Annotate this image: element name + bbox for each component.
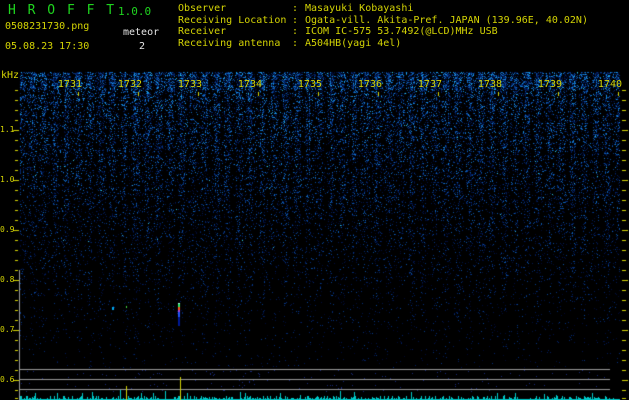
info-row-receiver: Receiver : ICOM IC-575 53.7492(@LCD)MHz … xyxy=(178,26,588,38)
app-version: 1.0.0 xyxy=(118,5,152,18)
app-title: H R O F F T xyxy=(8,3,117,18)
x-axis-tick-label: 1736 xyxy=(357,79,382,90)
date-time-label: 05.08.23 17:30 xyxy=(5,41,90,52)
y-axis-tick-label: 1.0 xyxy=(0,175,15,184)
x-axis-tick-label: 1733 xyxy=(177,79,202,90)
x-axis-tick-label: 1738 xyxy=(477,79,502,90)
info-value: A504HB(yagi 4el) xyxy=(305,38,402,50)
meteor-count: 2 xyxy=(139,41,146,52)
y-axis-tick-label: 0.6 xyxy=(0,375,15,384)
info-value: Masayuki Kobayashi xyxy=(305,3,414,14)
spectrogram-canvas xyxy=(0,0,629,400)
hrofft-screenshot: H R O F F T 1.0.0 0508231730.png meteor … xyxy=(0,0,629,400)
x-axis-tick-label: 1731 xyxy=(57,79,82,90)
y-axis-tick-label: 0.8 xyxy=(0,275,15,284)
info-row-observer: Observer : Masayuki Kobayashi xyxy=(178,3,588,15)
info-separator: : xyxy=(292,14,299,26)
y-axis-tick-label: 0.9 xyxy=(0,225,15,234)
x-axis-tick-label: 1737 xyxy=(417,79,442,90)
info-label: Receiving Location xyxy=(178,14,287,26)
info-separator: : xyxy=(292,38,299,50)
y-axis-tick-label: 1.1 xyxy=(0,125,15,134)
x-axis-tick-label: 1735 xyxy=(297,79,322,90)
output-filename: 0508231730.png xyxy=(5,21,90,32)
mode-label: meteor xyxy=(123,27,160,38)
info-label: Receiver xyxy=(178,26,227,38)
x-axis-tick-label: 1732 xyxy=(117,79,142,90)
info-label: Observer xyxy=(178,3,227,14)
info-value: ICOM IC-575 53.7492(@LCD)MHz USB xyxy=(305,26,498,38)
x-axis-tick-label: 1740 xyxy=(597,79,622,90)
station-info-table: Observer : Masayuki Kobayashi Receiving … xyxy=(178,3,588,50)
info-row-antenna: Receiving antenna : A504HB(yagi 4el) xyxy=(178,38,588,50)
y-axis-tick-label: 0.7 xyxy=(0,325,15,334)
x-axis-tick-label: 1739 xyxy=(537,79,562,90)
y-axis-unit-label: kHz xyxy=(1,70,20,81)
info-separator: : xyxy=(292,3,299,14)
info-separator: : xyxy=(292,26,299,38)
x-axis-tick-label: 1734 xyxy=(237,79,262,90)
info-label: Receiving antenna xyxy=(178,38,281,50)
info-row-location: Receiving Location : Ogata-vill. Akita-P… xyxy=(178,15,588,27)
info-value: Ogata-vill. Akita-Pref. JAPAN (139.96E, … xyxy=(305,14,588,26)
